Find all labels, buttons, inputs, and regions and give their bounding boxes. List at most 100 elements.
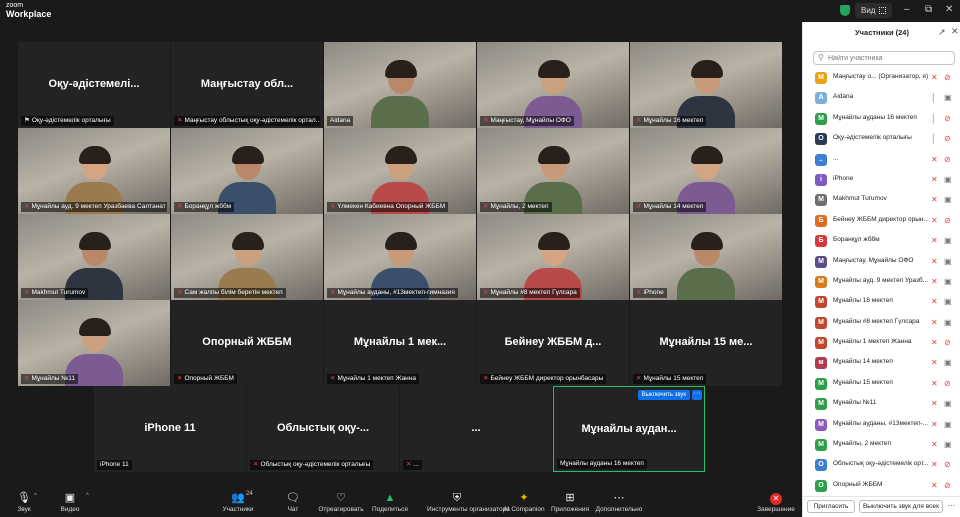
participant-row[interactable]: i iPhone ✕ ▣ xyxy=(803,170,960,190)
video-tile[interactable]: ✕ Мұнайлы ауд. 9 мектеп Уразбаева Салтана… xyxy=(18,128,170,214)
popout-icon[interactable]: ↗ xyxy=(938,27,946,38)
participant-row[interactable]: M Makhmut Turumov ✕ ▣ xyxy=(803,190,960,210)
invite-button[interactable]: Пригласить xyxy=(807,500,855,513)
mic-muted-icon[interactable]: ✕ xyxy=(931,459,938,471)
tile-more-button[interactable]: ··· xyxy=(692,390,702,400)
camera-icon[interactable]: ▣ xyxy=(944,276,952,288)
video-tile[interactable]: Опорный ЖББМ ✕ Опорный ЖББМ xyxy=(171,300,323,386)
mic-icon[interactable]: │ xyxy=(931,92,936,104)
video-tile[interactable]: Бейнеу ЖББМ д... ✕ Бейнеу ЖББМ директор ор… xyxy=(477,300,629,386)
video-tile[interactable]: ✕ Мұнайлы 16 мектеп xyxy=(630,42,782,128)
participant-row[interactable]: М Маңғыстау, Мұнайлы ОФО ✕ ▣ xyxy=(803,252,960,272)
camera-icon[interactable]: ▣ xyxy=(944,357,952,369)
video-caret-icon[interactable]: ^ xyxy=(86,493,89,499)
camera-icon[interactable]: ▣ xyxy=(944,174,952,186)
mic-muted-icon[interactable]: ✕ xyxy=(931,419,938,431)
mic-muted-icon[interactable]: ✕ xyxy=(931,194,938,206)
mic-muted-icon[interactable]: ✕ xyxy=(931,317,938,329)
video-tile[interactable]: ... ✕... xyxy=(400,386,552,472)
video-tile[interactable]: Мұнайлы 15 ме... ✕ Мұнайлы 15 мектеп xyxy=(630,300,782,386)
audio-caret-icon[interactable]: ^ xyxy=(34,493,37,499)
share-button[interactable]: ▲ Поделиться xyxy=(360,491,420,517)
mic-muted-icon[interactable]: ✕ xyxy=(931,215,938,227)
participant-row[interactable]: М Мұнайлы ауданы 16 мектеп │ ⊘ xyxy=(803,109,960,129)
participant-search-input[interactable] xyxy=(828,53,952,64)
participant-row[interactable]: О Оқу-әдістемелік орталығы │ ⊘ xyxy=(803,129,960,149)
camera-icon[interactable]: ▣ xyxy=(944,317,952,329)
participant-row[interactable]: A Aidana │ ▣ xyxy=(803,88,960,108)
tile-mute-button[interactable]: Выключить звук xyxy=(637,390,690,400)
camera-off-icon[interactable]: ⊘ xyxy=(944,378,951,390)
video-tile[interactable]: Маңғыстау обл... ✕ Маңғыстау облыстық оқу-… xyxy=(171,42,323,128)
mic-muted-icon[interactable]: ✕ xyxy=(931,276,938,288)
video-tile[interactable]: Мұнайлы аудан... Мұнайлы ауданы 16 мектеп… xyxy=(553,386,705,472)
end-meeting-button[interactable]: ✕ Завершение xyxy=(746,491,806,517)
camera-icon[interactable]: ▣ xyxy=(944,419,952,431)
video-tile[interactable]: ✕ iPhone xyxy=(630,214,782,300)
video-tile[interactable]: iPhone 11 iPhone 11 xyxy=(94,386,246,472)
video-tile[interactable]: ✕ Мұнайлы ауданы, #13мектеп-гимназия xyxy=(324,214,476,300)
participant-row[interactable]: М Мұнайлы ауд. 9 мектеп Уразб... ✕ ▣ xyxy=(803,272,960,292)
video-tile[interactable]: ✕ Мұнайлы #8 мектеп Гүлсара xyxy=(477,214,629,300)
participant-row[interactable]: М Мұнайлы 15 мектеп ✕ ⊘ xyxy=(803,374,960,394)
camera-icon[interactable]: ▣ xyxy=(944,194,952,206)
participant-search[interactable]: ⚲ xyxy=(813,51,955,65)
camera-off-icon[interactable]: ⊘ xyxy=(944,215,951,227)
mic-muted-icon[interactable]: ✕ xyxy=(931,235,938,247)
video-tile[interactable]: Aidana xyxy=(324,42,476,128)
security-shield-icon[interactable] xyxy=(840,5,850,16)
mic-muted-icon[interactable]: ✕ xyxy=(931,174,938,186)
camera-icon[interactable]: ▣ xyxy=(944,235,952,247)
camera-off-icon[interactable]: ⊘ xyxy=(944,337,951,349)
video-tile[interactable]: Облыстық оқу-... ✕ Облыстық оқу-әдістемелі… xyxy=(247,386,399,472)
camera-off-icon[interactable]: ⊘ xyxy=(944,154,951,166)
video-tile[interactable]: ✕ Мұнайлы 14 мектеп xyxy=(630,128,782,214)
panel-close-icon[interactable]: ✕ xyxy=(951,26,959,37)
camera-off-icon[interactable]: ⊘ xyxy=(944,72,951,84)
participant-row[interactable]: М Мұнайлы №11 ✕ ▣ xyxy=(803,394,960,414)
camera-off-icon[interactable]: ⊘ xyxy=(944,459,951,471)
camera-icon[interactable]: ▣ xyxy=(944,256,952,268)
video-tile[interactable]: Оқу-әдістемелі... ⚑ Оқу-әдістемелік орталы… xyxy=(18,42,170,128)
video-tile[interactable]: ✕ Маңғыстау, Мұнайлы ОФО xyxy=(477,42,629,128)
mic-muted-icon[interactable]: ✕ xyxy=(931,296,938,308)
mic-muted-icon[interactable]: ✕ xyxy=(931,439,938,451)
participant-row[interactable]: ..... ✕ ⊘ xyxy=(803,150,960,170)
mute-all-button[interactable]: Выключить звук для всех xyxy=(859,500,943,513)
participant-row[interactable]: м Мұнайлы 14 мектеп ✕ ▣ xyxy=(803,353,960,373)
participant-row[interactable]: М Мұнайлы #8 мектеп Гүлсара ✕ ▣ xyxy=(803,313,960,333)
participant-row[interactable]: Б Боранқұл жббм ✕ ▣ xyxy=(803,231,960,251)
camera-off-icon[interactable]: ⊘ xyxy=(944,133,951,145)
video-tile[interactable]: Мұнайлы 1 мек... ✕ Мұнайлы 1 мектеп Жанна xyxy=(324,300,476,386)
participant-row[interactable]: О Облыстық оқу-әдістемелік орт... ✕ ⊘ xyxy=(803,455,960,475)
mic-icon[interactable]: │ xyxy=(931,113,936,125)
mic-muted-icon[interactable]: ✕ xyxy=(931,357,938,369)
mic-muted-icon[interactable]: ✕ xyxy=(931,337,938,349)
panel-more-button[interactable]: ··· xyxy=(945,500,958,513)
video-tile[interactable]: ✕ Мұнайлы, 2 мектеп xyxy=(477,128,629,214)
minimize-icon[interactable]: – xyxy=(904,4,910,16)
video-tile[interactable]: ✕ Боранқұл жббм xyxy=(171,128,323,214)
participant-row[interactable]: М Мұнайлы 1 мектеп Жанна ✕ ⊘ xyxy=(803,333,960,353)
video-tile[interactable]: ✕ Үлмекен Кабиевна Опорный ЖББМ xyxy=(324,128,476,214)
close-window-icon[interactable]: ✕ xyxy=(945,4,953,16)
participant-row[interactable]: М Мұнайлы ауданы, #13мектеп-... ✕ ▣ xyxy=(803,415,960,435)
host-tools-button[interactable]: ⛨ Инструменты организатора xyxy=(427,491,510,517)
mic-muted-icon[interactable]: ✕ xyxy=(931,480,938,492)
video-tile[interactable]: ✕ Мұнайлы №11 xyxy=(18,300,170,386)
camera-off-icon[interactable]: ⊘ xyxy=(944,113,951,125)
participant-row[interactable]: М Мұнайлы, 2 мектеп ✕ ▣ xyxy=(803,435,960,455)
more-button[interactable]: ⋯ Дополнительно xyxy=(589,491,649,517)
restore-icon[interactable]: ⧉ xyxy=(925,4,932,16)
camera-icon[interactable]: ▣ xyxy=(944,296,952,308)
mic-muted-icon[interactable]: ✕ xyxy=(931,154,938,166)
view-button[interactable]: Вид xyxy=(855,3,893,18)
mic-muted-icon[interactable]: ✕ xyxy=(931,256,938,268)
camera-off-icon[interactable]: ⊘ xyxy=(944,480,951,492)
participant-row[interactable]: М Мұнайлы 16 мектеп ✕ ▣ xyxy=(803,292,960,312)
video-tile[interactable]: ✕ Сам жалпы білім беретін мектеп xyxy=(171,214,323,300)
mic-icon[interactable]: │ xyxy=(931,133,936,145)
video-tile[interactable]: ✕ Makhmut Turumov xyxy=(18,214,170,300)
participant-row[interactable]: О Опорный ЖББМ ✕ ⊘ xyxy=(803,476,960,492)
mic-muted-icon[interactable]: ✕ xyxy=(931,398,938,410)
